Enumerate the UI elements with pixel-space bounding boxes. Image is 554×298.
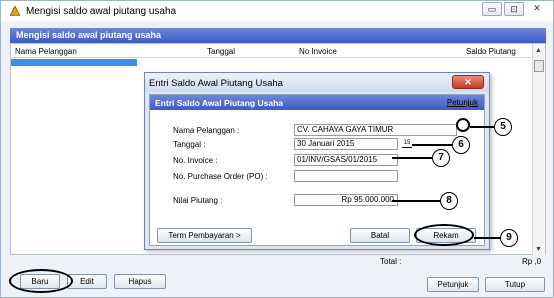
petunjuk-button[interactable]: Petunjuk: [427, 277, 479, 292]
term-pembayaran-button[interactable]: Term Pembayaran >: [157, 228, 252, 243]
column-header[interactable]: Saldo Piutang: [466, 47, 516, 56]
minimize-button[interactable]: ▭: [482, 2, 502, 16]
dialog-header: Entri Saldo Awal Piutang Usaha Petunjuk: [150, 95, 484, 110]
annotation-line: [474, 237, 500, 239]
maximize-button[interactable]: ⊡: [504, 2, 524, 16]
section-header: Mengisi saldo awal piutang usaha: [10, 28, 546, 43]
total-value: Rp ,0: [522, 257, 542, 266]
dialog-header-title: Entri Saldo Awal Piutang Usaha: [155, 98, 283, 108]
total-row: Total : Rp ,0: [10, 256, 546, 268]
tutup-button[interactable]: Tutup: [485, 277, 545, 292]
window-title: Mengisi saldo awal piutang usaha: [26, 6, 177, 17]
scroll-down-icon[interactable]: ▼: [535, 246, 542, 253]
annotation-5: 5: [494, 118, 512, 136]
close-button[interactable]: ✕: [526, 2, 548, 16]
annotation-8: 8: [440, 192, 458, 210]
hapus-button[interactable]: Hapus: [114, 274, 166, 289]
annotation-line: [470, 126, 494, 128]
annotation-9: 9: [500, 229, 518, 247]
annotation-7: 7: [432, 149, 450, 167]
column-header[interactable]: Nama Pelanggan: [15, 47, 77, 56]
batal-button[interactable]: Batal: [350, 228, 410, 243]
annotation-line: [392, 157, 432, 159]
invoice-label: No. Invoice :: [173, 156, 218, 165]
scroll-thumb[interactable]: [534, 60, 544, 72]
edit-button[interactable]: Edit: [67, 274, 107, 289]
dialog-help-link[interactable]: Petunjuk: [447, 98, 478, 107]
tanggal-label: Tanggal :: [173, 140, 206, 149]
column-header[interactable]: No Invoice: [299, 47, 337, 56]
scroll-up-icon[interactable]: ▲: [535, 47, 542, 54]
dialog-close-button[interactable]: ✕: [452, 75, 484, 89]
selected-row[interactable]: [11, 59, 137, 66]
annotation-ring: [9, 269, 73, 293]
calendar-icon[interactable]: 15: [402, 139, 412, 148]
po-label: No. Purchase Order (PO) :: [173, 172, 268, 181]
nilai-label: Nilai Piutang :: [173, 196, 223, 205]
annotation-ring: [414, 224, 474, 246]
vertical-scrollbar[interactable]: ▲ ▼: [532, 44, 545, 255]
nilai-piutang-field[interactable]: Rp 95.000.000: [294, 194, 398, 206]
annotation-line: [392, 200, 440, 202]
column-header[interactable]: Tanggal: [207, 47, 235, 56]
nama-pelanggan-field[interactable]: CV. CAHAYA GAYA TIMUR: [294, 124, 457, 136]
title-bar: Mengisi saldo awal piutang usaha ▭ ⊡ ✕: [1, 1, 553, 21]
dialog-title: Entri Saldo Awal Piutang Usaha: [149, 78, 283, 89]
table-header: Nama Pelanggan Tanggal No Invoice Saldo …: [11, 44, 531, 58]
app-icon: [10, 6, 20, 16]
annotation-ring: [456, 118, 470, 132]
dialog-title-bar: Entri Saldo Awal Piutang Usaha ✕: [145, 73, 489, 92]
dialog-body: Entri Saldo Awal Piutang Usaha Petunjuk …: [149, 94, 485, 246]
tanggal-field[interactable]: 30 Januari 2015: [294, 138, 398, 150]
nama-label: Nama Pelanggan :: [173, 126, 240, 135]
annotation-6: 6: [452, 136, 470, 154]
invoice-field[interactable]: 01/INV/GSAS/01/2015: [294, 154, 398, 166]
annotation-line: [412, 144, 452, 146]
total-label: Total :: [380, 257, 402, 266]
po-field[interactable]: [294, 170, 398, 182]
